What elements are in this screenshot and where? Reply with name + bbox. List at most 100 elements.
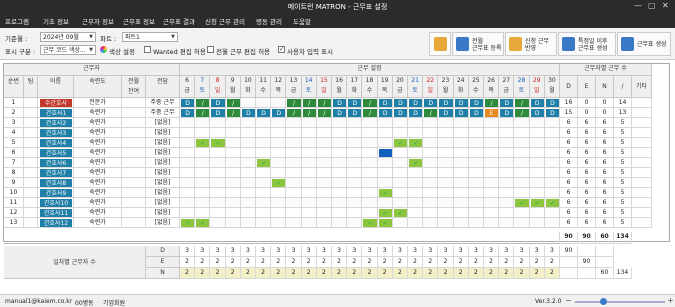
worker-name[interactable]: 간호사6: [40, 159, 72, 167]
schedule-cell[interactable]: [423, 128, 439, 138]
shift-day[interactable]: D: [530, 99, 544, 107]
schedule-cell[interactable]: [301, 168, 317, 178]
schedule-cell[interactable]: [484, 218, 500, 228]
schedule-cell[interactable]: [210, 128, 226, 138]
schedule-cell[interactable]: [347, 208, 363, 218]
request-mark[interactable]: ✓: [378, 209, 392, 217]
zoom-slider-thumb[interactable]: [600, 298, 607, 305]
menu-schedule-info[interactable]: 근무표 정보: [123, 16, 155, 26]
schedule-cell[interactable]: [377, 138, 393, 148]
schedule-cell[interactable]: [301, 158, 317, 168]
schedule-cell[interactable]: [210, 178, 226, 188]
schedule-cell[interactable]: [347, 198, 363, 208]
worker-name[interactable]: 간호사12: [40, 219, 72, 227]
schedule-cell[interactable]: [484, 118, 500, 128]
schedule-cell[interactable]: [529, 188, 545, 198]
schedule-cell[interactable]: [468, 128, 484, 138]
schedule-cell[interactable]: [347, 128, 363, 138]
zoom-slider[interactable]: [575, 301, 665, 303]
menu-request-management[interactable]: 신청 근무 관리: [205, 16, 245, 26]
schedule-cell[interactable]: [438, 198, 454, 208]
schedule-cell[interactable]: [210, 218, 226, 228]
schedule-cell[interactable]: [423, 208, 439, 218]
schedule-cell[interactable]: [544, 208, 560, 218]
shift-off[interactable]: /: [363, 99, 377, 107]
schedule-cell[interactable]: [408, 198, 424, 208]
schedule-cell[interactable]: [316, 158, 332, 168]
schedule-cell[interactable]: [453, 208, 469, 218]
schedule-cell[interactable]: [453, 128, 469, 138]
schedule-cell[interactable]: [301, 148, 317, 158]
schedule-cell[interactable]: [210, 148, 226, 158]
schedule-cell[interactable]: [484, 138, 500, 148]
schedule-cell[interactable]: [240, 98, 256, 108]
schedule-cell[interactable]: [392, 118, 408, 128]
schedule-cell[interactable]: [499, 218, 515, 228]
schedule-cell[interactable]: [423, 178, 439, 188]
schedule-cell[interactable]: [225, 188, 241, 198]
schedule-cell[interactable]: [544, 188, 560, 198]
schedule-cell[interactable]: [499, 148, 515, 158]
schedule-cell[interactable]: [347, 178, 363, 188]
maximize-button[interactable]: ▢: [648, 1, 656, 10]
schedule-cell[interactable]: [453, 218, 469, 228]
schedule-cell[interactable]: [484, 188, 500, 198]
worker-name[interactable]: 간호사3: [40, 129, 72, 137]
schedule-cell[interactable]: [453, 158, 469, 168]
schedule-cell[interactable]: [301, 118, 317, 128]
schedule-cell[interactable]: [240, 198, 256, 208]
schedule-cell[interactable]: [256, 148, 272, 158]
schedule-cell[interactable]: [332, 168, 348, 178]
worker-name[interactable]: 간호사10: [40, 199, 72, 207]
schedule-cell[interactable]: [529, 158, 545, 168]
shift-off[interactable]: /: [317, 99, 331, 107]
schedule-cell[interactable]: [529, 178, 545, 188]
schedule-cell[interactable]: [271, 128, 287, 138]
schedule-cell[interactable]: [195, 148, 211, 158]
schedule-cell[interactable]: [195, 188, 211, 198]
schedule-cell[interactable]: [271, 188, 287, 198]
schedule-cell[interactable]: [286, 118, 302, 128]
color-settings-button[interactable]: 색상 설정: [109, 46, 135, 56]
schedule-cell[interactable]: [544, 148, 560, 158]
schedule-cell[interactable]: [332, 198, 348, 208]
part-select[interactable]: 파트1 ▼: [122, 32, 178, 42]
duty-cell[interactable]: 주중 근무: [146, 108, 180, 118]
request-mark[interactable]: ✓: [211, 139, 225, 147]
schedule-cell[interactable]: [362, 128, 378, 138]
schedule-cell[interactable]: [514, 118, 530, 128]
schedule-cell[interactable]: [210, 168, 226, 178]
schedule-cell[interactable]: [544, 158, 560, 168]
request-mark[interactable]: ✓: [393, 209, 407, 217]
schedule-cell[interactable]: [514, 218, 530, 228]
apply-button[interactable]: [429, 32, 451, 56]
schedule-cell[interactable]: [225, 198, 241, 208]
shift-off[interactable]: /: [485, 99, 499, 107]
request-mark[interactable]: ✓: [545, 199, 559, 207]
schedule-cell[interactable]: [514, 128, 530, 138]
schedule-cell[interactable]: [316, 118, 332, 128]
schedule-cell[interactable]: [362, 178, 378, 188]
schedule-cell[interactable]: [225, 128, 241, 138]
schedule-cell[interactable]: [271, 148, 287, 158]
generate-after-date-button[interactable]: 특정일 이후 근무표 생성: [558, 32, 616, 56]
schedule-cell[interactable]: [408, 188, 424, 198]
schedule-cell[interactable]: [332, 178, 348, 188]
schedule-cell[interactable]: [210, 118, 226, 128]
schedule-cell[interactable]: [362, 118, 378, 128]
schedule-cell[interactable]: [362, 138, 378, 148]
schedule-cell[interactable]: [271, 218, 287, 228]
shift-day[interactable]: D: [545, 109, 559, 117]
schedule-cell[interactable]: [332, 138, 348, 148]
schedule-cell[interactable]: [301, 188, 317, 198]
schedule-cell[interactable]: [544, 138, 560, 148]
schedule-cell[interactable]: [271, 118, 287, 128]
request-mark[interactable]: ✓: [196, 219, 210, 227]
schedule-cell[interactable]: [301, 198, 317, 208]
schedule-cell[interactable]: [225, 158, 241, 168]
schedule-cell[interactable]: [499, 138, 515, 148]
schedule-cell[interactable]: [529, 138, 545, 148]
schedule-cell[interactable]: [468, 158, 484, 168]
schedule-cell[interactable]: [529, 118, 545, 128]
schedule-cell[interactable]: [514, 158, 530, 168]
